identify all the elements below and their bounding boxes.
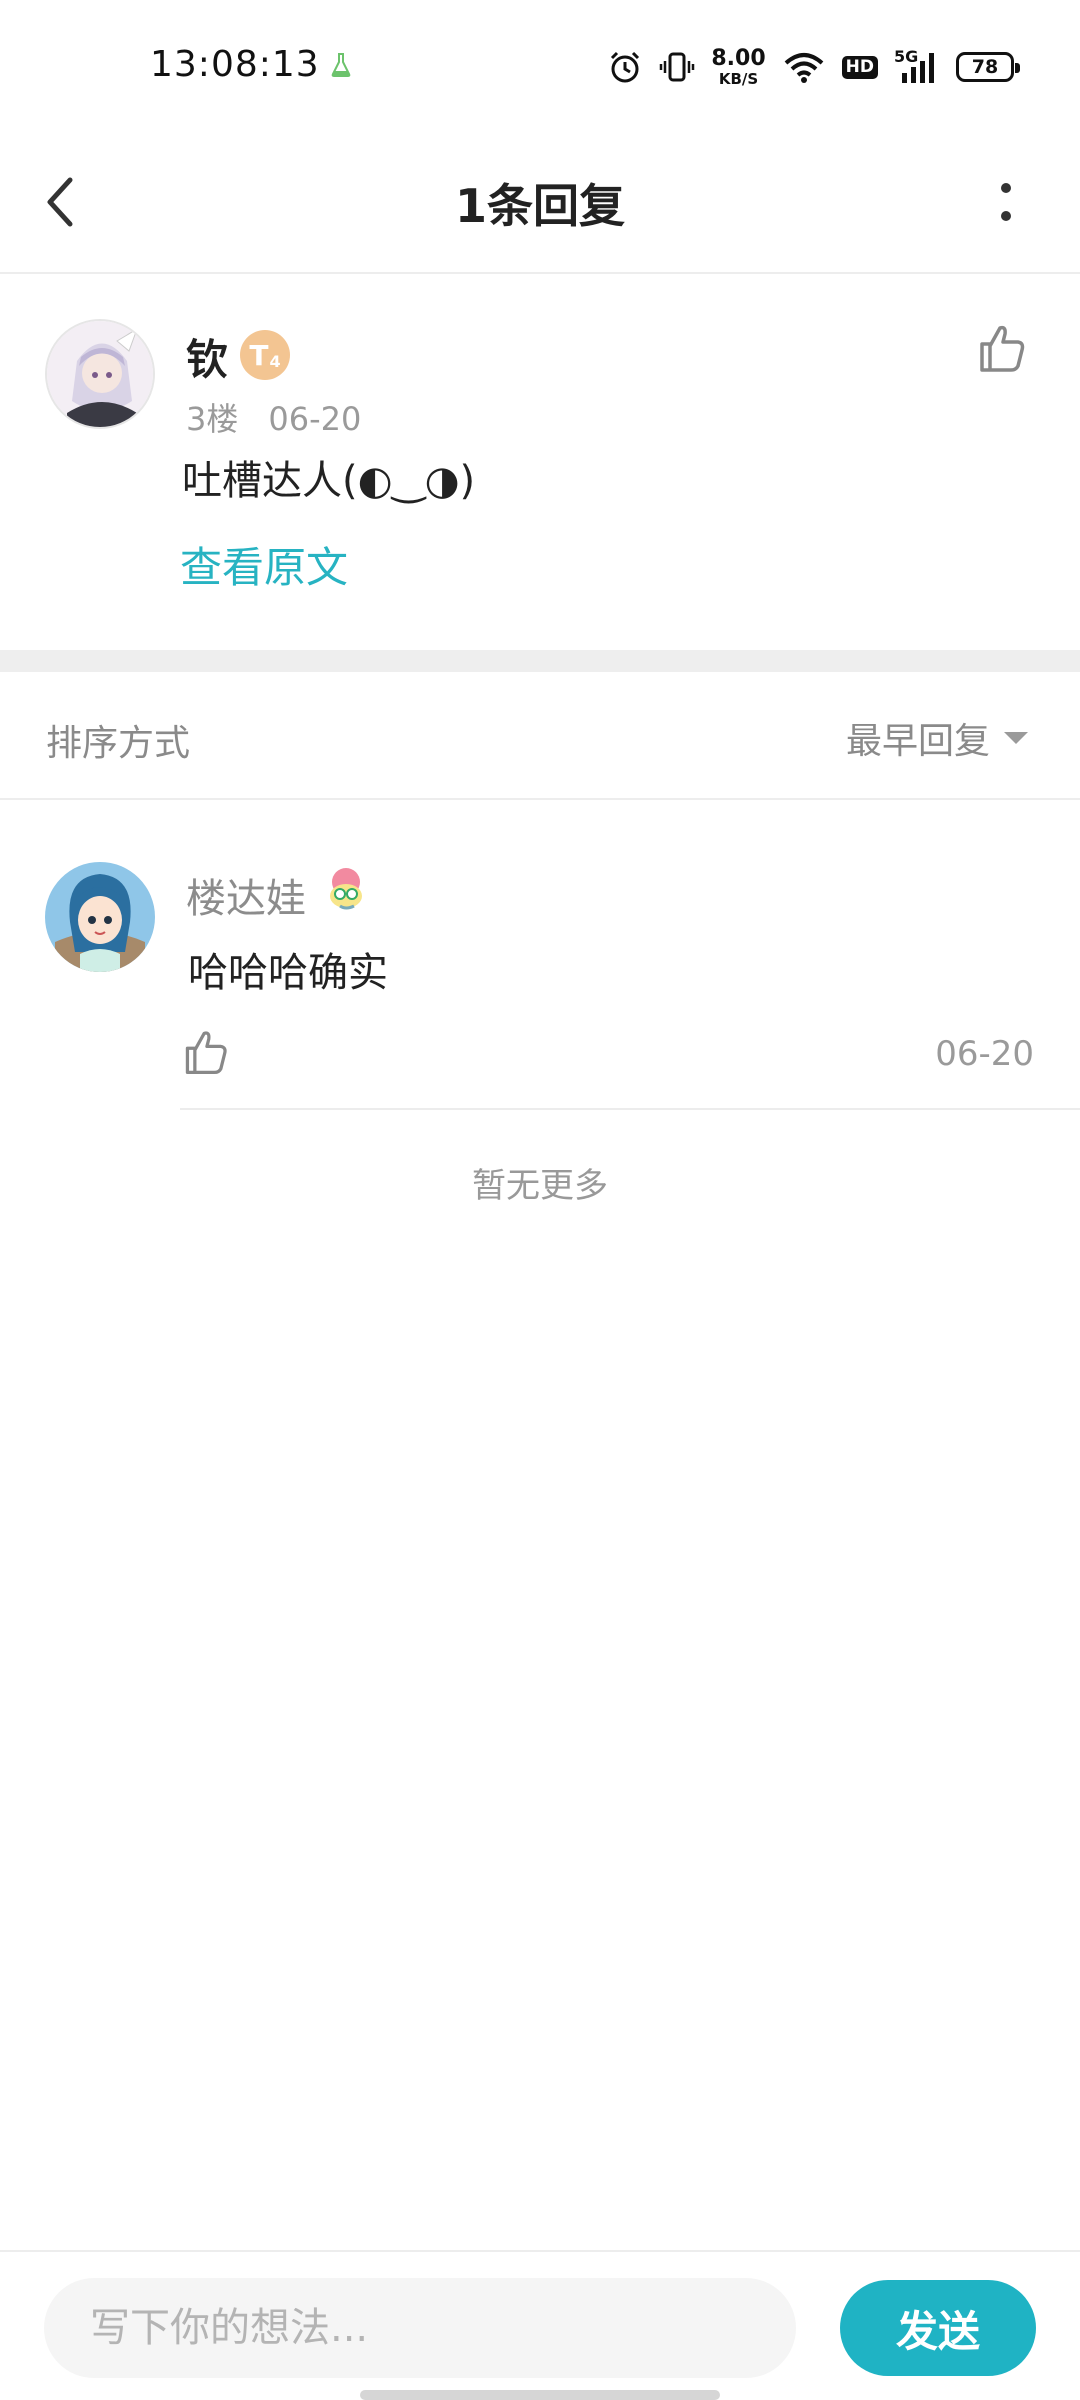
hd-icon: HD [841,55,878,79]
compose-bar: 发送 [0,2250,1080,2400]
net-speed-value: 8.00 [711,45,766,71]
more-vertical-icon [1001,183,1011,221]
signal-icon: 5G [894,47,940,85]
header: 1条回复 [0,132,1080,274]
original-comment: 钦 T4 3楼 06-20 吐槽达人(◐‿◑) 查看原文 [0,276,1080,650]
reply-author[interactable]: 楼达娃 [186,866,306,924]
no-more-label: 暂无更多 [472,1166,608,1206]
more-button[interactable] [966,162,1046,242]
floor-number: 3楼 [186,400,239,438]
divider [180,1108,1080,1110]
sort-row: 排序方式 最早回复 [0,672,1080,800]
battery-indicator: 78 [956,52,1020,82]
net-speed-unit: KB/S [718,69,759,88]
home-indicator[interactable] [360,2390,720,2400]
sort-selected: 最早回复 [845,721,990,762]
alarm-icon [611,51,640,83]
user-badge-icon [330,868,362,910]
vibrate-icon [660,52,695,82]
reply-date: 06-20 [935,1034,1034,1074]
level-badge: T4 [240,330,290,380]
net-speed: 8.00 KB/S [711,45,766,88]
status-time: 13:08:13 [150,44,320,85]
reply-item: 楼达娃 哈哈哈确实 06-20 [0,800,1080,1110]
thumbs-up-icon[interactable] [180,1026,232,1078]
avatar[interactable] [45,862,155,972]
sort-dropdown[interactable]: 最早回复 [846,712,1028,764]
reply-text: 哈哈哈确实 [188,950,388,996]
section-divider [0,650,1080,672]
sort-label: 排序方式 [46,723,191,764]
send-button[interactable]: 发送 [840,2280,1036,2376]
flask-icon [331,53,351,77]
author-name[interactable]: 钦 [186,326,228,387]
avatar[interactable] [45,319,155,429]
status-icons: 8.00 KB/S HD 5G 78 [607,45,1020,88]
comment-text: 吐槽达人(◐‿◑) [182,458,476,504]
page-title: 1条回复 [454,179,625,233]
view-original-link[interactable]: 查看原文 [180,534,348,595]
reply-input[interactable] [44,2278,796,2378]
caret-down-icon [1004,732,1028,744]
comment-date: 06-20 [268,400,362,438]
status-bar: 13:08:13 8.00 KB/S HD 5G 78 [0,0,1080,132]
comment-meta: 3楼 06-20 [186,394,361,440]
wifi-icon [784,53,823,83]
thumbs-up-icon[interactable] [974,320,1030,376]
